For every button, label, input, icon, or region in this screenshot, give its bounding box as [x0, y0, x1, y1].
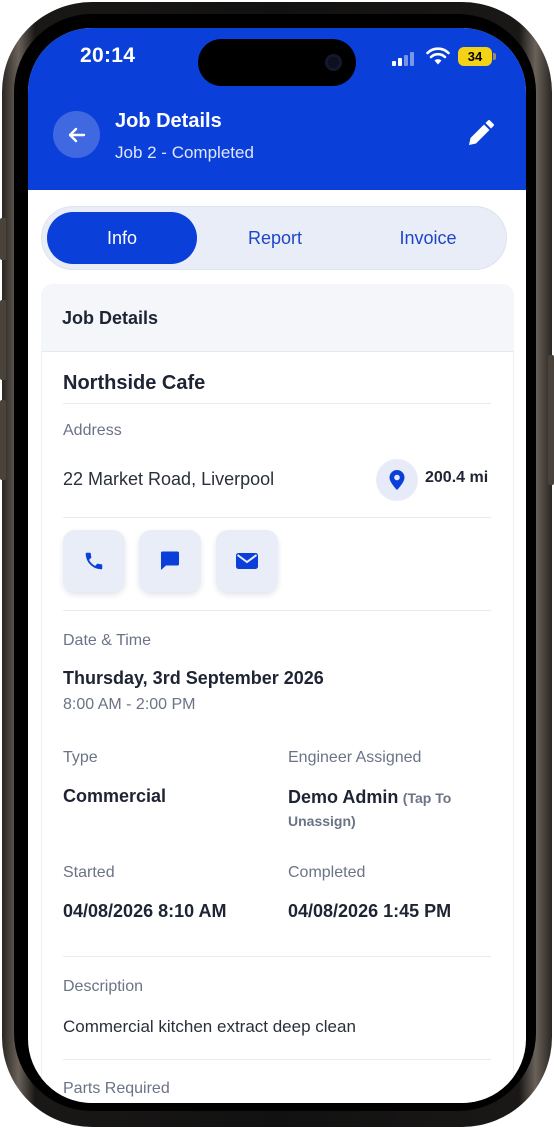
map-button[interactable] — [376, 459, 418, 501]
tab-report[interactable]: Report — [200, 212, 350, 264]
address-value: 22 Market Road, Liverpool — [63, 469, 275, 489]
parts-label: Parts Required — [63, 1080, 170, 1097]
side-button — [0, 218, 6, 260]
divider — [63, 403, 491, 404]
call-button[interactable] — [63, 530, 125, 592]
completed-value: 04/08/2026 1:45 PM — [288, 901, 452, 921]
tab-info[interactable]: Info — [47, 212, 197, 264]
back-button[interactable] — [53, 111, 100, 158]
page-title: Job Details — [115, 110, 222, 132]
page-subtitle: Job 2 - Completed — [115, 143, 254, 162]
type-value: Commercial — [63, 786, 167, 806]
customer-name: Northside Cafe — [63, 372, 206, 394]
completed-label: Completed — [288, 864, 366, 881]
job-time-range: 8:00 AM - 2:00 PM — [63, 696, 196, 713]
camera-icon — [325, 54, 342, 71]
app-screen: 20:14 34 Job Details Job 2 - Completed I… — [28, 28, 526, 1103]
section-header: Job Details — [41, 284, 514, 352]
started-value: 04/08/2026 8:10 AM — [63, 901, 227, 921]
envelope-icon — [236, 553, 258, 569]
datetime-label: Date & Time — [63, 632, 152, 649]
battery-indicator: 34 — [458, 47, 496, 66]
type-label: Type — [63, 749, 98, 766]
engineer-assigned[interactable]: Demo Admin (Tap To Unassign) — [288, 786, 488, 833]
started-label: Started — [63, 864, 115, 881]
job-date: Thursday, 3rd September 2026 — [63, 668, 324, 688]
arrow-left-icon — [68, 127, 85, 142]
section-title: Job Details — [62, 308, 159, 328]
address-label: Address — [63, 422, 122, 439]
tab-bar: Info Report Invoice — [41, 206, 507, 270]
power-button — [548, 355, 554, 485]
divider — [63, 956, 491, 957]
divider — [63, 517, 491, 518]
tab-invoice[interactable]: Invoice — [353, 212, 503, 264]
app-header: 20:14 34 Job Details Job 2 - Completed — [28, 28, 526, 190]
description-value: Commercial kitchen extract deep clean — [63, 1017, 356, 1036]
location-pin-icon — [389, 470, 405, 490]
engineer-label: Engineer Assigned — [288, 749, 422, 766]
wifi-icon — [426, 47, 450, 65]
message-button[interactable] — [139, 530, 201, 592]
engineer-name: Demo Admin — [288, 787, 399, 807]
status-time: 20:14 — [80, 44, 136, 67]
chat-bubble-icon — [161, 551, 179, 570]
volume-down-button — [0, 400, 6, 480]
signal-icon — [392, 52, 418, 66]
email-button[interactable] — [216, 530, 278, 592]
volume-up-button — [0, 300, 6, 380]
description-label: Description — [63, 978, 144, 995]
divider — [63, 610, 491, 611]
divider — [63, 1059, 491, 1060]
dynamic-island — [198, 39, 356, 86]
edit-pencil-icon[interactable] — [464, 118, 496, 150]
distance-value: 200.4 mi — [425, 469, 489, 486]
phone-icon — [85, 552, 103, 570]
